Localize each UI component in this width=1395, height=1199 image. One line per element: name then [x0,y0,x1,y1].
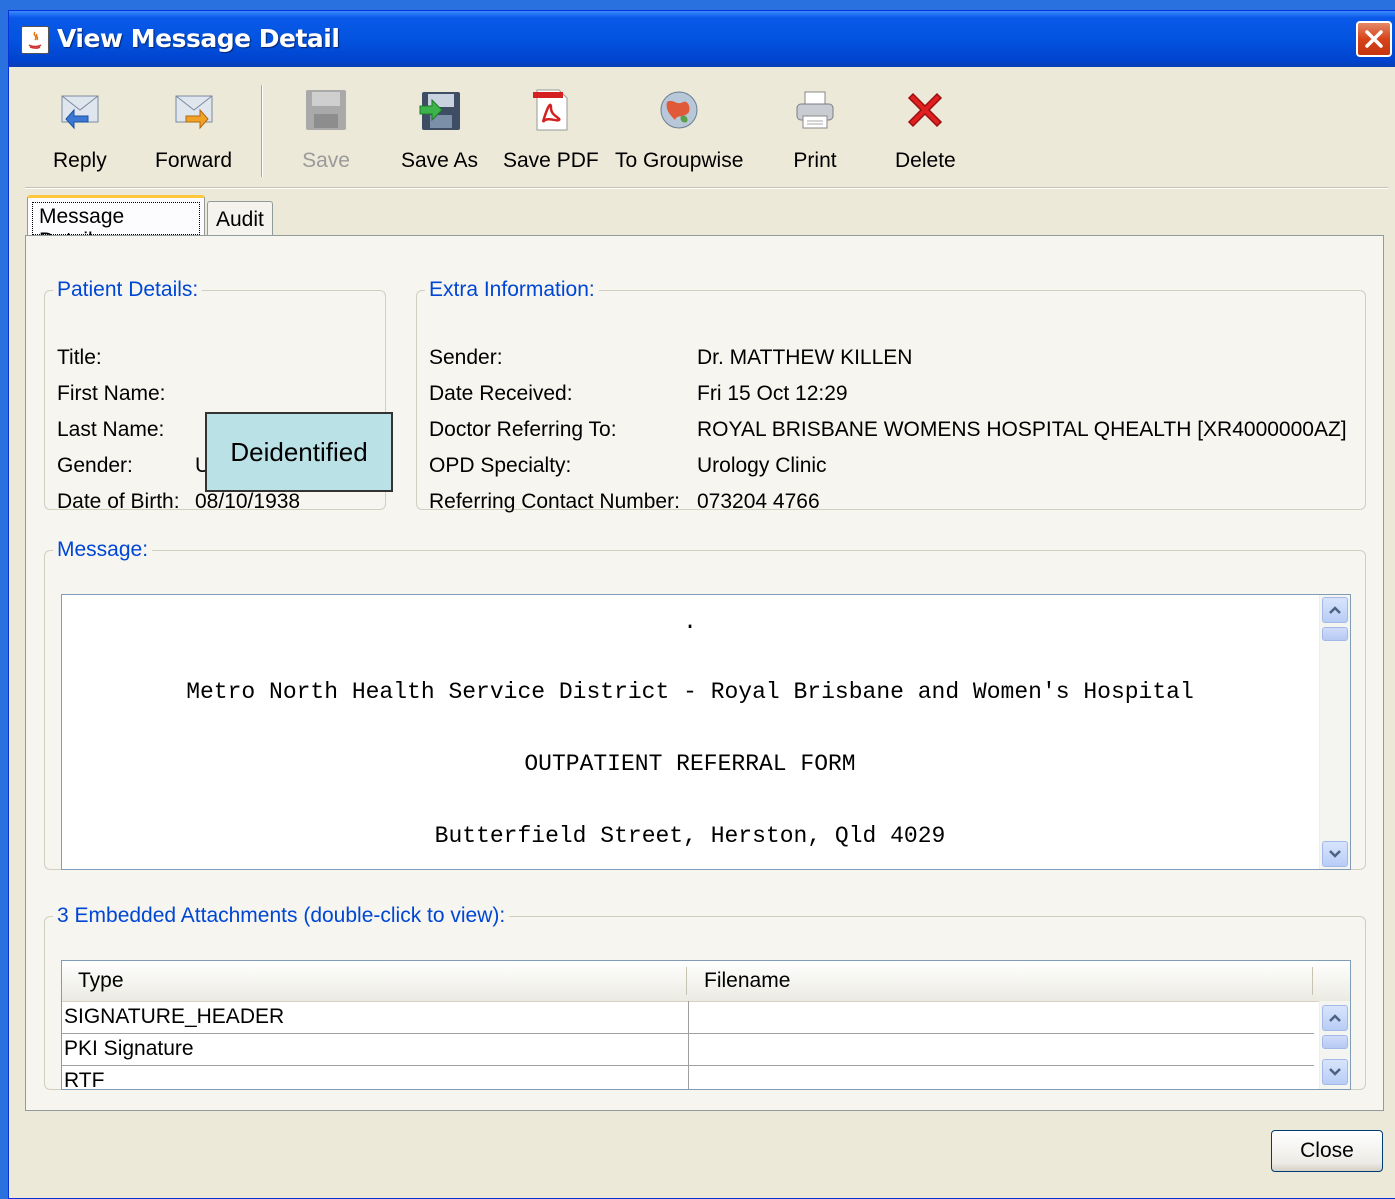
save-button[interactable]: Save [301,85,351,185]
scroll-down-button[interactable] [1322,841,1348,867]
contact-number-value: 073204 4766 [697,490,820,513]
attachment-filename-cell [690,1001,692,1033]
pdf-icon [526,85,576,135]
delete-label: Delete [895,149,956,172]
opd-specialty-label: OPD Specialty: [429,454,572,477]
tab-message-details-label: Message Details [32,202,200,252]
attachments-scrollbar[interactable] [1319,1001,1350,1089]
save-as-icon [415,85,465,135]
doctor-referring-value: ROYAL BRISBANE WOMENS HOSPITAL QHEALTH [… [697,418,1347,441]
printer-icon [790,85,840,135]
to-groupwise-button[interactable]: To Groupwise [615,85,743,185]
chevron-up-icon [1329,606,1341,614]
redaction-box: Deidentified [205,412,393,492]
message-group: Message: . Metro North Health Service Di… [44,538,1366,870]
column-header-type[interactable]: Type [78,961,124,1001]
gender-label: Gender: [57,454,133,477]
column-gridline [688,1001,689,1089]
close-window-button[interactable] [1356,21,1392,57]
message-line: Metro North Health Service District - Ro… [186,679,1194,705]
close-button[interactable]: Close [1271,1130,1383,1172]
close-icon [1365,30,1383,48]
sender-label: Sender: [429,346,503,369]
toolbar: Reply Forward Save Save As Save PDF To G… [9,77,1395,187]
column-divider[interactable] [1312,967,1313,995]
print-label: Print [793,149,837,172]
save-as-button[interactable]: Save As [401,85,478,185]
chevron-up-icon [1329,1014,1341,1022]
attachments-legend: 3 Embedded Attachments (double-click to … [57,904,506,927]
scroll-down-button[interactable] [1322,1059,1348,1085]
message-line: . [683,609,697,635]
column-divider[interactable] [686,967,687,995]
view-message-detail-window: View Message Detail Reply Forward Save S… [8,10,1395,1199]
scroll-up-button[interactable] [1322,597,1348,623]
groupwise-icon [654,85,704,135]
patient-details-legend: Patient Details: [57,278,199,301]
floppy-disk-icon [301,85,351,135]
message-details-panel: Patient Details: Title: First Name: Last… [25,235,1384,1111]
chevron-down-icon [1329,850,1341,858]
contact-number-label: Referring Contact Number: [429,490,680,513]
forward-button[interactable]: Forward [155,85,232,185]
column-header-filename[interactable]: Filename [704,961,790,1001]
attachment-type-cell: SIGNATURE_HEADER [64,1005,285,1028]
save-pdf-label: Save PDF [503,149,599,172]
reply-icon [55,85,105,135]
title-label: Title: [57,346,102,369]
doctor-referring-label: Doctor Referring To: [429,418,617,441]
scroll-thumb[interactable] [1322,627,1348,641]
patient-details-group: Patient Details: Title: First Name: Last… [44,278,393,513]
tab-message-details[interactable]: Message Details [27,195,205,252]
forward-icon [169,85,219,135]
message-scrollbar[interactable] [1319,595,1350,869]
first-name-label: First Name: [57,382,166,405]
red-x-icon [900,85,950,135]
dob-value: 08/10/1938 [195,490,301,513]
attachments-group: 3 Embedded Attachments (double-click to … [44,904,1366,1090]
toolbar-separator [261,85,263,177]
save-pdf-button[interactable]: Save PDF [503,85,599,185]
message-legend: Message: [57,538,149,561]
last-name-label: Last Name: [57,418,165,441]
message-text-area[interactable]: . Metro North Health Service District - … [61,594,1351,870]
reply-button[interactable]: Reply [53,85,107,185]
window-title: View Message Detail [57,24,340,53]
forward-label: Forward [155,149,233,172]
attachment-filename-cell [690,1033,692,1065]
date-received-label: Date Received: [429,382,573,405]
tab-audit[interactable]: Audit [207,201,273,239]
scroll-up-button[interactable] [1322,1005,1348,1031]
to-groupwise-label: To Groupwise [615,149,744,172]
attachment-filename-cell [690,1065,692,1089]
message-line: OUTPATIENT REFERRAL FORM [524,751,856,777]
save-label: Save [302,149,350,172]
scroll-thumb[interactable] [1322,1035,1348,1049]
chevron-down-icon [1329,1068,1341,1076]
delete-button[interactable]: Delete [895,85,956,185]
attachments-table: Type Filename SIGNATURE_HEADER PKI Signa… [61,960,1351,1090]
toolbar-divider [25,187,1388,189]
save-as-label: Save As [401,149,479,172]
attachment-type-cell: RTF [64,1069,105,1090]
java-app-icon [21,26,49,54]
tab-audit-label: Audit [216,208,264,231]
dob-label: Date of Birth: [57,490,180,513]
title-bar[interactable]: View Message Detail [9,11,1395,67]
table-header: Type Filename [62,961,1350,1002]
message-line: Butterfield Street, Herston, Qld 4029 [434,823,946,849]
sender-value: Dr. MATTHEW KILLEN [697,346,913,369]
opd-specialty-value: Urology Clinic [697,454,827,477]
date-received-value: Fri 15 Oct 12:29 [697,382,848,405]
reply-label: Reply [53,149,107,172]
extra-information-legend: Extra Information: [429,278,595,301]
attachment-type-cell: PKI Signature [64,1037,194,1060]
extra-information-group: Extra Information: Sender: Dr. MATTHEW K… [416,278,1366,513]
print-button[interactable]: Print [790,85,840,185]
